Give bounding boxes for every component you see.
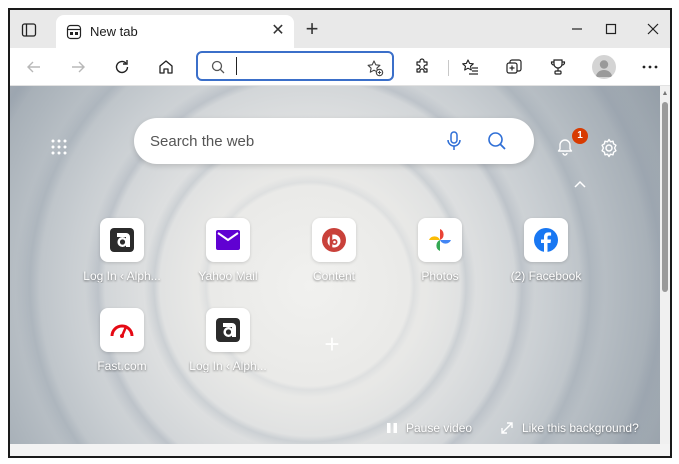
search-placeholder: Search the web	[150, 133, 255, 150]
minimize-button[interactable]	[564, 18, 590, 40]
page-settings-gear-icon[interactable]	[599, 138, 619, 158]
quick-link-tile[interactable]: (2) Facebook	[500, 218, 592, 298]
browser-window: New tab ✕ + Search the web 1 Log In ‹ Al…	[8, 8, 672, 458]
tile-label: Log In ‹ Alph...	[189, 359, 267, 373]
google-photos-icon	[418, 218, 462, 262]
home-button[interactable]	[156, 57, 176, 77]
tile-label: Log In ‹ Alph...	[83, 269, 161, 283]
content-icon	[312, 218, 356, 262]
forward-arrow-icon	[72, 61, 85, 73]
search-icon	[211, 60, 225, 74]
alph-logo-icon	[206, 308, 250, 352]
close-icon[interactable]: ✕	[270, 23, 286, 39]
profile-avatar[interactable]	[592, 55, 616, 79]
forward-button[interactable]	[68, 57, 88, 77]
refresh-button[interactable]	[112, 57, 132, 77]
back-button[interactable]	[24, 57, 44, 77]
profile-icon	[596, 60, 612, 77]
tile-label: (2) Facebook	[510, 269, 582, 283]
address-bar[interactable]	[196, 51, 394, 81]
bottom-feed-strip	[10, 444, 670, 456]
web-search-box[interactable]: Search the web	[134, 118, 534, 164]
quick-link-tile[interactable]: Photos	[394, 218, 486, 298]
like-background-button[interactable]: Like this background?	[500, 420, 639, 436]
add-favorite-icon[interactable]	[366, 59, 384, 77]
favorites-button[interactable]	[460, 57, 480, 77]
favorites-icon	[462, 59, 478, 75]
new-tab-button[interactable]: +	[302, 18, 322, 40]
pause-video-label: Pause video	[406, 421, 473, 435]
scrollbar-thumb[interactable]	[662, 102, 668, 292]
quick-link-tile[interactable]: Log In ‹ Alph...	[76, 218, 168, 298]
maximize-button[interactable]	[598, 18, 624, 40]
quick-link-tile[interactable]: Log In ‹ Alph...	[182, 308, 274, 388]
microphone-icon[interactable]	[444, 130, 464, 152]
tile-label: Yahoo Mail	[198, 269, 258, 283]
app-grid-icon	[51, 139, 67, 155]
extensions-button[interactable]	[412, 57, 432, 77]
minimize-icon	[572, 28, 582, 30]
refresh-icon	[115, 60, 129, 74]
window-close-button[interactable]	[640, 18, 666, 40]
tile-label: Content	[312, 269, 356, 283]
pause-icon	[387, 423, 397, 433]
close-icon	[647, 23, 659, 35]
tile-label: Fast.com	[97, 359, 147, 373]
toolbar	[10, 48, 670, 86]
yahoo-mail-icon	[206, 218, 250, 262]
tab-new-tab[interactable]: New tab ✕	[56, 15, 294, 48]
back-arrow-icon	[27, 61, 40, 73]
tab-title: New tab	[90, 24, 138, 39]
toolbar-divider	[448, 60, 449, 76]
rewards-button[interactable]	[548, 57, 568, 77]
notification-bell-icon[interactable]	[556, 138, 574, 156]
tile-label: Photos	[421, 269, 459, 283]
newtab-page-icon	[66, 24, 82, 40]
tab-actions-button[interactable]	[20, 21, 38, 39]
maximize-icon	[605, 23, 617, 35]
like-background-label: Like this background?	[522, 421, 639, 435]
facebook-icon	[524, 218, 568, 262]
quick-link-tile[interactable]: Content	[288, 218, 380, 298]
notification-badge: 1	[572, 128, 588, 144]
quick-link-tile[interactable]: Yahoo Mail	[182, 218, 274, 298]
collections-icon	[506, 59, 522, 74]
home-icon	[159, 60, 173, 74]
app-launcher-button[interactable]	[50, 138, 68, 156]
vertical-scrollbar[interactable]: ▲	[660, 86, 670, 444]
new-tab-page: Search the web 1 Log In ‹ Alph... Yahoo …	[10, 86, 660, 444]
title-bar: New tab ✕ +	[10, 10, 670, 48]
extensions-icon	[416, 58, 428, 73]
more-dots-icon	[642, 65, 658, 69]
add-site-button[interactable]: +	[322, 331, 342, 357]
quick-link-tile[interactable]: Fast.com	[76, 308, 168, 388]
rewards-trophy-icon	[550, 59, 566, 75]
alph-logo-icon	[100, 218, 144, 262]
pause-video-button[interactable]: Pause video	[386, 420, 472, 436]
address-input[interactable]	[236, 57, 356, 75]
fast-com-icon	[100, 308, 144, 352]
settings-more-button[interactable]	[640, 57, 660, 77]
visual-search-icon[interactable]	[486, 130, 508, 152]
chevron-up-icon[interactable]	[572, 178, 588, 190]
collections-button[interactable]	[504, 57, 524, 77]
expand-arrow-icon	[501, 422, 513, 434]
tab-actions-icon	[21, 23, 37, 37]
scroll-up-arrow-icon[interactable]: ▲	[660, 90, 670, 98]
